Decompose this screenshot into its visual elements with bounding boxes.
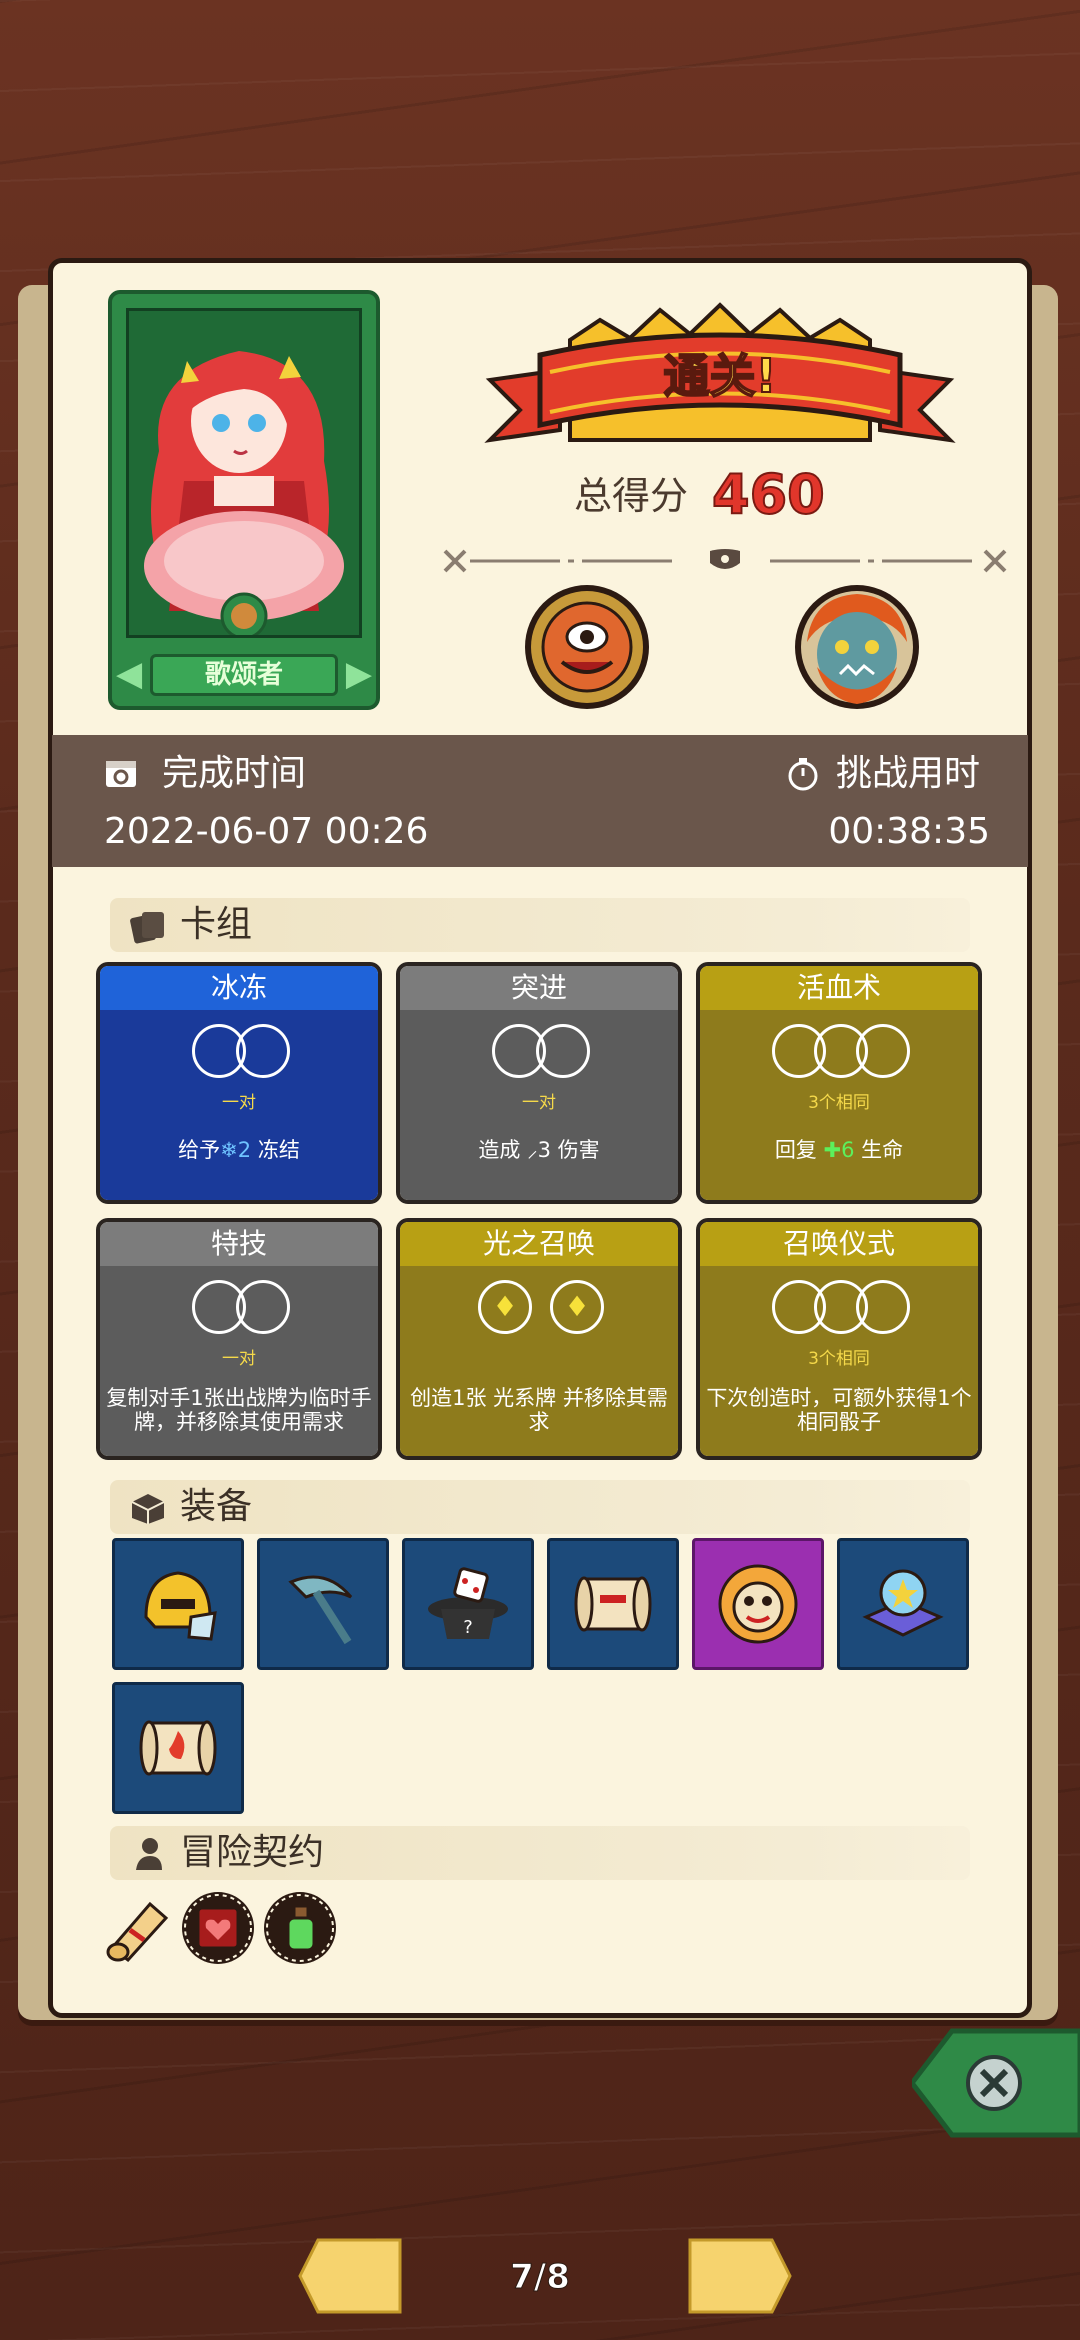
contract-section-header: 冒险契约 — [110, 1826, 970, 1880]
contract-title: 冒险契约 — [180, 1832, 325, 1873]
equip-magic-hat-dice[interactable]: ? — [402, 1538, 534, 1670]
card-trick[interactable]: 特技 一对 复制对手1张出战牌为临时手牌，并移除其使用需求 — [96, 1218, 382, 1460]
duration-label: 挑战用时 — [836, 753, 981, 794]
card-requirement: 一对 — [522, 1093, 556, 1113]
card-title: 光之召唤 — [400, 1222, 678, 1266]
card-requirement: 一对 — [222, 1349, 256, 1369]
sword-icon: ⸝ — [527, 1138, 538, 1162]
dice-slot — [856, 1280, 910, 1334]
card-description: 下次创造时，可额外获得1个相同骰子 — [706, 1386, 972, 1434]
completion-time-value: 2022-06-07 00:26 — [104, 811, 429, 852]
equip-golden-helmet[interactable] — [112, 1538, 244, 1670]
equip-crystal-star[interactable] — [837, 1538, 969, 1670]
potion-bottle-icon[interactable] — [262, 1890, 338, 1966]
banner-text: 通关! — [664, 349, 777, 403]
victory-banner: 通关! — [484, 302, 956, 443]
calendar-icon — [106, 761, 136, 787]
card-body: 一对 复制对手1张出战牌为临时手牌，并移除其使用需求 — [100, 1266, 378, 1456]
card-description: 回复 ✚6 生命 — [774, 1138, 904, 1162]
demon-mask-icon — [718, 1564, 798, 1644]
card-heal[interactable]: 活血术 3个相同 回复 ✚6 生命 — [696, 962, 982, 1204]
card-description: 给予❄2 冻结 — [178, 1138, 300, 1162]
card-description: 创造1张 光系牌 并移除其需求 — [410, 1386, 668, 1434]
dice-slot — [536, 1024, 590, 1078]
golden-helmet-icon — [144, 1571, 217, 1641]
dice-slot — [856, 1024, 910, 1078]
card-body: 一对 造成 ⸝3 伤害 — [400, 1010, 678, 1200]
card-description: 造成 ⸝3 伤害 — [478, 1138, 600, 1162]
cards-icon — [130, 912, 164, 944]
card-title: 冰冻 — [100, 966, 378, 1010]
card-body: ♦ ♦ 创造1张 光系牌 并移除其需求 — [400, 1266, 678, 1456]
light-dice-slot-icon: ♦ — [478, 1280, 532, 1334]
card-requirement: 一对 — [222, 1093, 256, 1113]
fire-scroll-icon — [139, 1720, 217, 1776]
svg-text:?: ? — [463, 1617, 473, 1638]
close-button[interactable] — [912, 2025, 1080, 2141]
heart-box-icon[interactable] — [180, 1890, 256, 1966]
card-light-summon[interactable]: 光之召唤 ♦ ♦ 创造1张 光系牌 并移除其需求 — [396, 1218, 682, 1460]
dice-slot — [236, 1280, 290, 1334]
dice-slot — [236, 1024, 290, 1078]
person-icon — [136, 1838, 162, 1870]
light-dice-slot-icon: ♦ — [550, 1280, 604, 1334]
duration-value: 00:38:35 — [828, 811, 990, 852]
card-description: 复制对手1张出战牌为临时手牌，并移除其使用需求 — [106, 1386, 372, 1434]
score-label: 总得分 — [574, 474, 689, 518]
boss-eye-icon[interactable] — [522, 582, 652, 712]
hero-portrait — [126, 308, 362, 638]
card-freeze[interactable]: 冰冻 一对 给予❄2 冻结 — [96, 962, 382, 1204]
card-body: 3个相同 下次创造时，可额外获得1个相同骰子 — [700, 1266, 978, 1456]
equip-demon-mask[interactable] — [692, 1538, 824, 1670]
card-summon-ritual[interactable]: 召唤仪式 3个相同 下次创造时，可额外获得1个相同骰子 — [696, 1218, 982, 1460]
equipment-section-header: 装备 — [110, 1480, 970, 1534]
time-info-bar: 完成时间 2022-06-07 00:26 挑战用时 00:38:35 — [52, 735, 1028, 867]
scroll-red-seal-icon — [574, 1576, 652, 1632]
magic-hat-dice-icon: ? — [428, 1567, 508, 1639]
next-page-button[interactable] — [682, 2232, 794, 2320]
card-body: 一对 给予❄2 冻结 — [100, 1010, 378, 1200]
completion-time-label: 完成时间 — [162, 753, 307, 794]
boss-orc-icon[interactable] — [792, 582, 922, 712]
prev-page-button[interactable] — [296, 2232, 408, 2320]
card-dash[interactable]: 突进 一对 造成 ⸝3 伤害 — [396, 962, 682, 1204]
card-requirement: 3个相同 — [808, 1349, 870, 1369]
hero-name: 歌颂者 — [150, 654, 338, 696]
equip-scythe[interactable] — [257, 1538, 389, 1670]
equip-fire-scroll[interactable] — [112, 1682, 244, 1814]
contract-scroll-icon[interactable] — [100, 1890, 176, 1966]
crystal-star-icon — [862, 1569, 944, 1637]
card-title: 召唤仪式 — [700, 1222, 978, 1266]
stopwatch-icon — [788, 758, 818, 791]
page-indicator: 7/8 — [510, 2257, 571, 2298]
card-requirement: 3个相同 — [808, 1093, 870, 1113]
equipment-title: 装备 — [180, 1486, 253, 1527]
card-body: 3个相同 回复 ✚6 生命 — [700, 1010, 978, 1200]
card-title: 特技 — [100, 1222, 378, 1266]
hero-prev-arrow-icon[interactable]: ◀ — [116, 656, 142, 692]
deck-title: 卡组 — [180, 904, 253, 945]
card-title: 活血术 — [700, 966, 978, 1010]
card-title: 突进 — [400, 966, 678, 1010]
divider-ornament — [443, 549, 1007, 573]
score-value: 460 — [711, 463, 826, 527]
scythe-icon — [288, 1575, 353, 1645]
box-icon — [131, 1494, 165, 1524]
equip-scroll-red[interactable] — [547, 1538, 679, 1670]
hero-card[interactable]: ◀ 歌颂者 ▶ — [108, 290, 380, 710]
deck-section-header: 卡组 — [110, 898, 970, 952]
hero-next-arrow-icon[interactable]: ▶ — [346, 656, 372, 692]
hero-portrait-art — [129, 311, 359, 635]
